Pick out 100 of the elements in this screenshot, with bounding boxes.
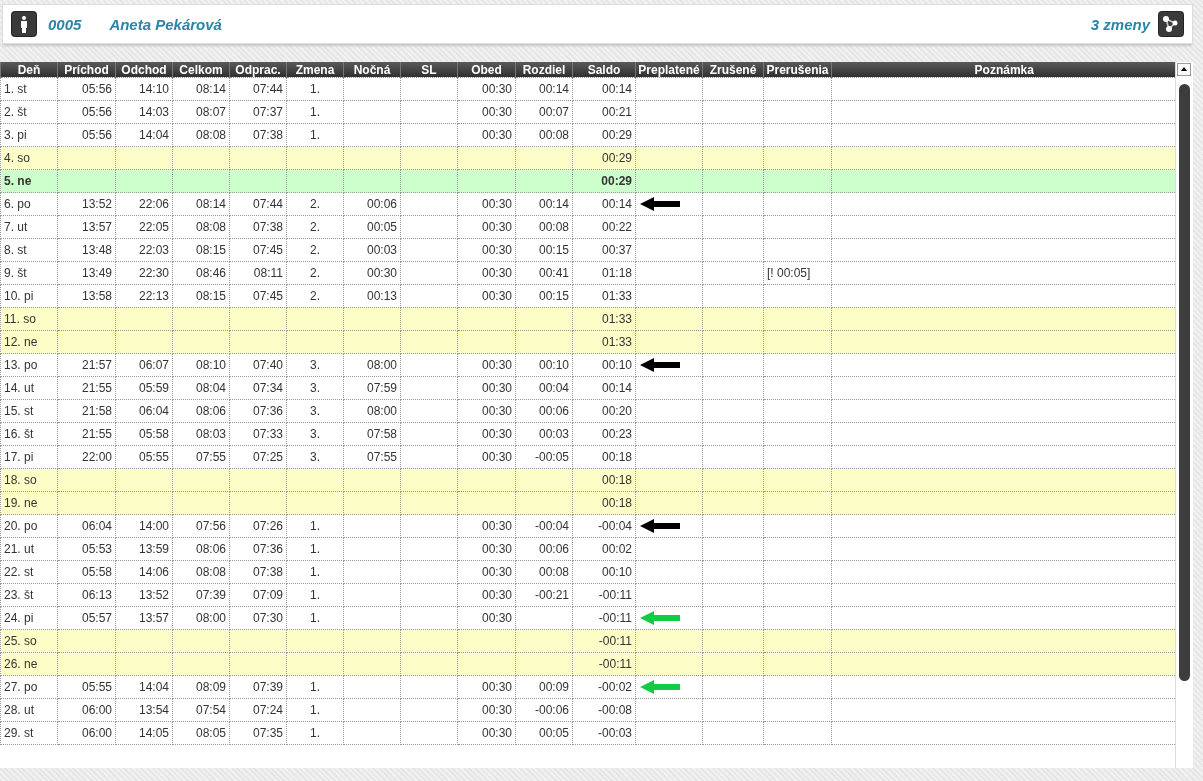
table-cell: 2.: [286, 192, 344, 216]
table-cell: 2.: [286, 215, 344, 239]
table-cell: 00:18: [572, 468, 636, 492]
table-cell: 00:30: [457, 698, 516, 722]
table-cell: 05:55: [115, 445, 173, 469]
table-cell: 13:52: [57, 192, 116, 216]
table-cell: 21:58: [57, 399, 116, 423]
table-cell: 00:21: [572, 100, 636, 124]
table-cell: 05:53: [57, 537, 116, 561]
table-cell: 2. št: [0, 100, 58, 124]
table-cell: 14:03: [115, 100, 173, 124]
table-cell: 08:03: [172, 422, 230, 446]
table-cell: 1. st: [0, 77, 58, 101]
table-cell: 00:10: [515, 353, 573, 377]
table-cell: 13:49: [57, 261, 116, 285]
table-cell: 00:29: [572, 146, 636, 170]
table-cell: 00:15: [515, 284, 573, 308]
table-cell: -00:11: [572, 606, 636, 630]
table-cell: 00:09: [515, 675, 573, 699]
table-cell: 1.: [286, 698, 344, 722]
table-cell: 21:55: [57, 376, 116, 400]
column-header: Prerušenia: [763, 62, 832, 78]
table-cell: 3.: [286, 445, 344, 469]
table-cell: 00:30: [457, 215, 516, 239]
table-cell: 13. po: [0, 353, 58, 377]
table-cell: 00:14: [515, 77, 573, 101]
table-cell: 1.: [286, 560, 344, 584]
table-cell: 00:14: [572, 376, 636, 400]
table-cell: 13:57: [57, 215, 116, 239]
table-cell: 00:06: [343, 192, 401, 216]
table-cell: 08:08: [172, 215, 230, 239]
shifts-link[interactable]: 3 zmeny: [1090, 15, 1150, 33]
table-cell: 14:06: [115, 560, 173, 584]
column-header: Poznámka: [831, 62, 1175, 78]
table-cell: 05:56: [57, 123, 116, 147]
scrollbar-thumb[interactable]: [1179, 84, 1190, 681]
table-cell: 07:25: [229, 445, 287, 469]
table-cell: 07:37: [229, 100, 287, 124]
table-cell: 07:30: [229, 606, 287, 630]
network-icon[interactable]: [1158, 11, 1184, 37]
table-cell: 00:08: [515, 123, 573, 147]
table-cell: 12. ne: [0, 330, 58, 354]
table-cell: 00:05: [515, 721, 573, 745]
table-cell: 08:08: [172, 560, 230, 584]
table-cell: 1.: [286, 537, 344, 561]
table-cell: -00:06: [515, 698, 573, 722]
table-cell: 00:03: [343, 238, 401, 262]
table-cell: 08:14: [172, 192, 230, 216]
table-cell: 14:04: [115, 675, 173, 699]
table-cell: 07:45: [229, 238, 287, 262]
table-cell: 19. ne: [0, 491, 58, 515]
column-header: Odprac.: [229, 62, 287, 78]
table-cell: 01:33: [572, 307, 636, 331]
column-header: Deň: [0, 62, 58, 78]
table-cell: 1.: [286, 77, 344, 101]
table-cell: 13:52: [115, 583, 173, 607]
table-cell: 05:56: [57, 100, 116, 124]
person-icon: [11, 11, 37, 37]
column-header: Obed: [457, 62, 516, 78]
table-cell: 08:11: [229, 261, 287, 285]
table-cell: 00:30: [457, 77, 516, 101]
table-cell: 00:30: [457, 514, 516, 538]
table-cell: 7. ut: [0, 215, 58, 239]
table-cell: 4. so: [0, 146, 58, 170]
table-cell: 07:24: [229, 698, 287, 722]
table-cell: [! 00:05]: [763, 261, 832, 285]
table-cell: 2.: [286, 284, 344, 308]
table-cell: 22:05: [115, 215, 173, 239]
table-cell: 16. št: [0, 422, 58, 446]
table-cell: 20. po: [0, 514, 58, 538]
table-cell: 08:06: [172, 537, 230, 561]
table-cell: 00:30: [457, 583, 516, 607]
table-cell: 1.: [286, 721, 344, 745]
table-cell: 07:34: [229, 376, 287, 400]
table-cell: 08:15: [172, 284, 230, 308]
table-cell: 07:36: [229, 399, 287, 423]
table-cell: 2.: [286, 261, 344, 285]
table-cell: 1.: [286, 514, 344, 538]
table-cell: -00:11: [572, 629, 636, 653]
scroll-up-button[interactable]: [1177, 63, 1191, 76]
table-cell: 08:00: [343, 353, 401, 377]
table-cell: 05:59: [115, 376, 173, 400]
table-cell: 17. pi: [0, 445, 58, 469]
table-cell: 21. ut: [0, 537, 58, 561]
column-header: Preplatené: [635, 62, 703, 78]
table-cell: 25. so: [0, 629, 58, 653]
table-cell: 08:15: [172, 238, 230, 262]
table-cell: 01:33: [572, 284, 636, 308]
table-cell: 13:48: [57, 238, 116, 262]
table-cell: 00:30: [457, 261, 516, 285]
table-cell: 13:59: [115, 537, 173, 561]
table-cell: 00:23: [572, 422, 636, 446]
table-cell: 08:00: [172, 606, 230, 630]
table-cell: 00:13: [343, 284, 401, 308]
table-cell: 24. pi: [0, 606, 58, 630]
table-cell: -00:03: [572, 721, 636, 745]
employee-name: Aneta Pekárová: [109, 15, 222, 33]
table-cell: 28. ut: [0, 698, 58, 722]
table-cell: 00:30: [457, 238, 516, 262]
table-cell: -00:11: [572, 583, 636, 607]
